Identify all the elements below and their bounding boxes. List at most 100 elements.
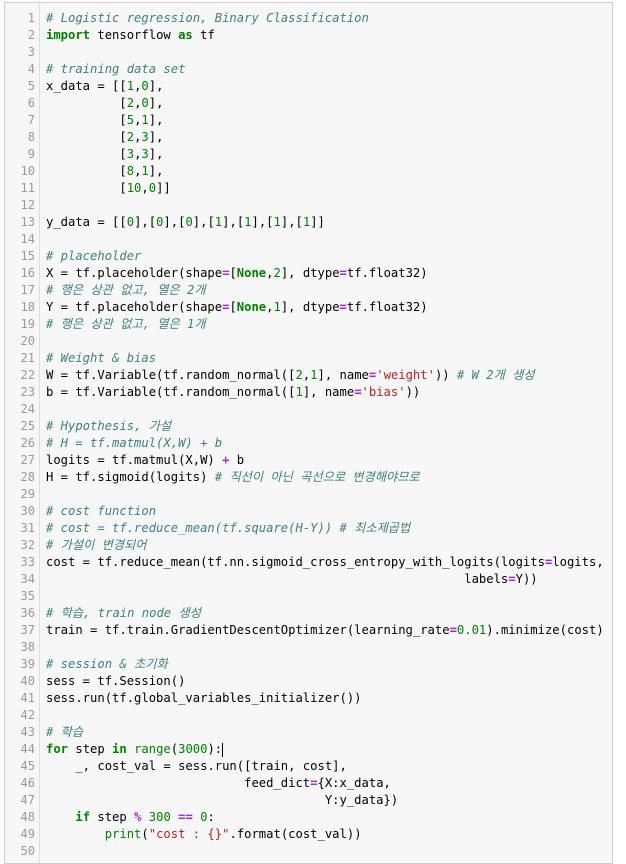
code-token: ], [148,79,164,93]
code-token: = [339,300,347,314]
code-token: feed_dict [46,776,311,790]
code-token: Y = tf.placeholder(shape [46,300,223,314]
code-token: # 행은 상관 없고, 열은 2개 [46,283,206,297]
code-token: # cost = tf.reduce_mean(tf.square(H-Y)) … [46,521,411,535]
line-number: 11 [20,181,35,195]
code-text: # 가설이 변경되어 [46,537,147,554]
code-token: # session & 초기화 [46,657,168,671]
code-token: = [339,266,347,280]
code-token: {X:x_data, [317,776,391,790]
line-number: 19 [20,317,35,331]
line-number: 34 [20,572,35,586]
code-token: : [207,810,215,824]
code-token: 0 [141,96,149,110]
line-number: 3 [27,45,35,59]
code-token: tf.float32) [346,266,428,280]
code-token: step [68,742,113,756]
code-token: ]] [310,215,325,229]
line-number: 37 [20,623,35,637]
code-token: [ [46,164,127,178]
code-token: )) [434,368,457,382]
code-area[interactable]: # Logistic regression, Binary Classifica… [40,3,612,863]
code-text: # training data set [46,61,185,78]
code-token: ],[ [222,215,245,229]
code-token: 0 [148,181,157,195]
code-token: # Hypothesis, 가설 [46,419,172,433]
line-number: 41 [20,691,35,705]
line-number: 14 [20,232,35,246]
code-text: if step % 300 == 0: [46,809,215,826]
code-token: ], dtype [280,266,340,280]
text-cursor [222,742,224,757]
code-text: sess = tf.Session() [46,673,185,690]
code-token: ).minimize(cost) [486,623,604,637]
code-token: 3 [141,130,149,144]
code-text: labels=Y)) [46,571,537,588]
code-text: b = tf.Variable(tf.random_normal([1], na… [46,384,420,401]
code-text: feed_dict={X:x_data, [46,775,391,792]
code-text: Y = tf.placeholder(shape = [None,1], dtype… [46,299,428,316]
code-token: # 행은 상관 없고, 열은 1개 [46,317,206,331]
code-text: cost = tf.reduce_mean(tf.nn.sigmoid_cros… [46,554,604,571]
line-number: 36 [20,606,35,620]
line-number: 49 [20,827,35,841]
code-token: _, cost_val = sess.run([train, cost], [46,759,347,773]
code-token: # training data set [46,62,186,76]
code-token: # Logistic regression, Binary Classifica… [46,11,369,25]
code-token: 0 [141,79,149,93]
code-token: 1 [295,385,303,399]
code-token: 0 [185,215,193,229]
code-text: for step in range(3000): [46,741,224,758]
code-token: W = tf.Variable(tf.random_normal([ [46,368,296,382]
code-token: # 직선이 아닌 곡선으로 변경해야므로 [214,470,420,484]
code-token: 2 [126,96,135,110]
line-number: 32 [20,538,35,552]
line-number: 29 [20,487,35,501]
line-number: 38 [20,640,35,654]
code-token: ( [141,827,149,841]
code-token: as [178,28,193,42]
code-token: ],[ [134,215,157,229]
line-number: 43 [20,725,35,739]
code-token: 2 [126,130,135,144]
code-token: ], [148,113,164,127]
code-token: train = tf.train.GradientDescentOptimize… [46,623,450,637]
code-text: # 행은 상관 없고, 열은 2개 [46,282,206,299]
line-number: 8 [27,130,35,144]
code-token: ], [148,164,164,178]
code-token: 3 [126,147,135,161]
line-number: 10 [20,164,35,178]
code-token: = [508,572,516,586]
code-text: [2,0], [46,95,163,112]
code-token: tf [192,28,215,42]
code-token: )) [405,385,421,399]
line-number: 17 [20,283,35,297]
code-token: ],[ [251,215,274,229]
code-token: 0 [200,810,208,824]
code-text: # 행은 상관 없고, 열은 1개 [46,316,206,333]
code-token: 3 [141,147,149,161]
code-text: # session & 초기화 [46,656,168,673]
code-token: Y:y_data}) [46,793,399,807]
code-editor[interactable]: 1 2 3 4 5 6 7 8 9 10 11 12 13 14 15 16 17 18 19 20 21 22 23 24 2… [4,2,613,864]
code-token: 1 [141,164,149,178]
code-token: # 학습, train node 생성 [46,606,201,620]
code-token: 3000 [178,742,208,756]
code-token: 1 [126,79,135,93]
code-token: H = tf.sigmoid(logits) [46,470,215,484]
code-text: [5,1], [46,112,163,129]
line-number: 46 [20,776,35,790]
code-token: None [236,266,267,280]
code-token: , [141,181,149,195]
line-number: 2 [27,28,35,42]
code-token: 'bias' [361,385,406,399]
code-text: _, cost_val = sess.run([train, cost], [46,758,347,775]
code-text: # cost = tf.reduce_mean(tf.square(H-Y)) … [46,520,410,537]
code-text: Y:y_data}) [46,792,398,809]
line-number-gutter: 1 2 3 4 5 6 7 8 9 10 11 12 13 14 15 16 17 18 19 20 21 22 23 24 2… [5,3,40,863]
code-token: 1 [310,368,318,382]
code-token: .format(cost_val)) [229,827,362,841]
